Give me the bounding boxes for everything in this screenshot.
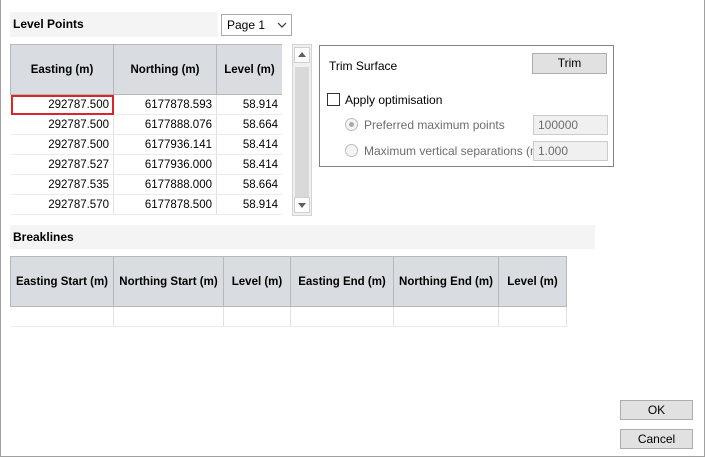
table-cell[interactable]: 292787.570 [10,194,114,215]
trim-surface-label: Trim Surface [329,59,398,73]
trim-button[interactable]: Trim [532,53,607,74]
table-cell[interactable]: 58.414 [216,134,282,155]
table-cell[interactable] [290,306,394,327]
apply-optimisation-row[interactable]: Apply optimisation [327,93,442,107]
chevron-down-icon [277,22,287,28]
table-cell[interactable]: 292787.527 [10,154,114,175]
table-cell[interactable]: 58.664 [216,174,282,195]
apply-optimisation-label: Apply optimisation [345,93,443,107]
apply-optimisation-checkbox[interactable] [327,93,340,106]
level-points-grid[interactable]: Easting (m) Northing (m) Level (m) 29278… [10,44,282,216]
arrow-down-icon [298,203,306,208]
column-header-northing-start[interactable]: Northing Start (m) [113,256,224,307]
table-cell[interactable]: 58.664 [216,114,282,135]
cancel-button[interactable]: Cancel [620,429,693,449]
max-vertical-sep-input[interactable]: 1.000 [533,141,608,161]
page-select[interactable]: Page 1 [221,14,292,36]
table-cell[interactable]: 292787.500 [10,114,114,135]
breaklines-heading: Breaklines [10,225,595,249]
level-points-heading: Level Points [10,12,218,37]
table-row-new [10,306,567,327]
column-header-northing-end[interactable]: Northing End (m) [393,256,499,307]
column-header-easting-end[interactable]: Easting End (m) [290,256,394,307]
column-header-level-end[interactable]: Level (m) [498,256,567,307]
max-vertical-sep-label: Maximum vertical separations (m) [364,144,545,158]
preferred-max-points-option[interactable]: Preferred maximum points [345,118,505,132]
ok-button[interactable]: OK [620,400,693,420]
column-header-northing[interactable]: Northing (m) [113,44,217,95]
table-cell[interactable] [498,306,567,327]
column-header-easting[interactable]: Easting (m) [10,44,114,95]
table-cell[interactable]: 6177936.141 [113,134,217,155]
table-cell[interactable]: 292787.535 [10,174,114,195]
arrow-up-icon [298,52,306,57]
max-vertical-sep-option[interactable]: Maximum vertical separations (m) [345,144,544,158]
preferred-max-points-label: Preferred maximum points [364,118,505,132]
table-cell[interactable]: 6177878.500 [113,194,217,215]
table-row: 292787.500 6177888.076 58.664 [10,114,282,135]
max-vertical-sep-radio[interactable] [345,144,358,157]
level-points-scrollbar[interactable] [292,44,312,216]
column-header-easting-start[interactable]: Easting Start (m) [10,256,114,307]
trim-surface-group: Trim Surface Trim Apply optimisation Pre… [319,45,614,167]
table-cell[interactable]: 6177936.000 [113,154,217,175]
table-cell[interactable] [223,306,291,327]
table-row: 292787.500 6177878.593 58.914 [10,94,282,115]
table-cell[interactable]: 58.914 [216,94,282,115]
table-cell[interactable]: 6177888.076 [113,114,217,135]
scroll-up-button[interactable] [294,47,310,63]
table-row: 292787.570 6177878.500 58.914 [10,194,282,215]
page-select-value: Page 1 [227,18,266,32]
table-cell[interactable] [10,306,114,327]
table-cell[interactable]: 6177878.593 [113,94,217,115]
column-header-level[interactable]: Level (m) [216,44,282,95]
scroll-down-button[interactable] [294,197,310,213]
preferred-max-points-input[interactable]: 100000 [533,115,608,135]
level-points-table: Easting (m) Northing (m) Level (m) 29278… [10,44,282,215]
table-cell[interactable]: 292787.500 [10,94,114,115]
table-row: 292787.535 6177888.000 58.664 [10,174,282,195]
preferred-max-points-radio[interactable] [345,118,358,131]
table-cell[interactable] [113,306,224,327]
scroll-thumb[interactable] [295,67,309,197]
table-row: 292787.500 6177936.141 58.414 [10,134,282,155]
column-header-level-start[interactable]: Level (m) [223,256,291,307]
table-cell[interactable]: 58.414 [216,154,282,175]
table-cell[interactable]: 6177888.000 [113,174,217,195]
breaklines-table[interactable]: Easting Start (m) Northing Start (m) Lev… [10,256,567,327]
table-cell[interactable]: 292787.500 [10,134,114,155]
table-cell[interactable]: 58.914 [216,194,282,215]
table-cell[interactable] [393,306,499,327]
table-row: 292787.527 6177936.000 58.414 [10,154,282,175]
